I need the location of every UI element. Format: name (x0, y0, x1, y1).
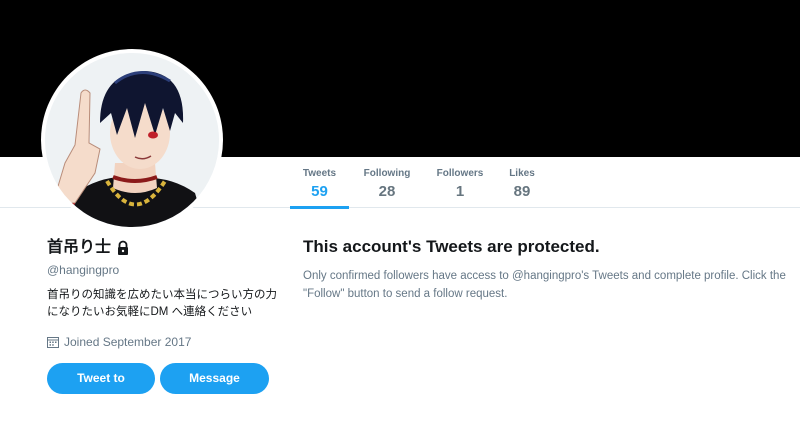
stat-likes-value: 89 (513, 183, 531, 200)
protected-notice: This account's Tweets are protected. Onl… (303, 236, 793, 303)
stat-tweets-value: 59 (311, 183, 328, 200)
profile-bio: 首吊りの知識を広めたい本当につらい方の力になりたいお気軽にDM へ連絡ください (47, 289, 277, 318)
profile-joined: Joined September 2017 (47, 335, 287, 349)
stat-followers-label: Followers (436, 168, 484, 179)
profile-name: 首吊り士 (47, 238, 287, 258)
stat-likes-label: Likes (509, 168, 535, 179)
calendar-icon (47, 336, 59, 348)
profile-header-card: 首吊り士 @hangingpro 首吊りの知識を広めたい本当につらい方の力になり… (47, 238, 287, 349)
stat-likes[interactable]: Likes 89 (504, 157, 540, 208)
protected-title: This account's Tweets are protected. (303, 237, 600, 256)
stat-following-value: 28 (378, 183, 396, 200)
message-button[interactable]: Message (160, 363, 269, 394)
stat-followers-value: 1 (455, 183, 465, 200)
protected-body: Only confirmed followers have access to … (303, 270, 786, 300)
profile-joined-text: Joined September 2017 (64, 335, 192, 349)
stat-tweets[interactable]: Tweets 59 (290, 157, 349, 209)
profile-name-text: 首吊り士 (47, 239, 112, 256)
stat-followers[interactable]: Followers 1 (432, 157, 488, 208)
stat-following-label: Following (363, 168, 411, 179)
tweet-to-button[interactable]: Tweet to (47, 363, 155, 394)
stat-following[interactable]: Following 28 (358, 157, 416, 208)
avatar-illustration (45, 53, 219, 227)
avatar-frame[interactable] (41, 49, 223, 231)
avatar[interactable] (45, 53, 219, 227)
profile-handle[interactable]: @hangingpro (47, 263, 287, 277)
lock-icon (115, 240, 131, 256)
stat-tweets-label: Tweets (302, 168, 337, 179)
